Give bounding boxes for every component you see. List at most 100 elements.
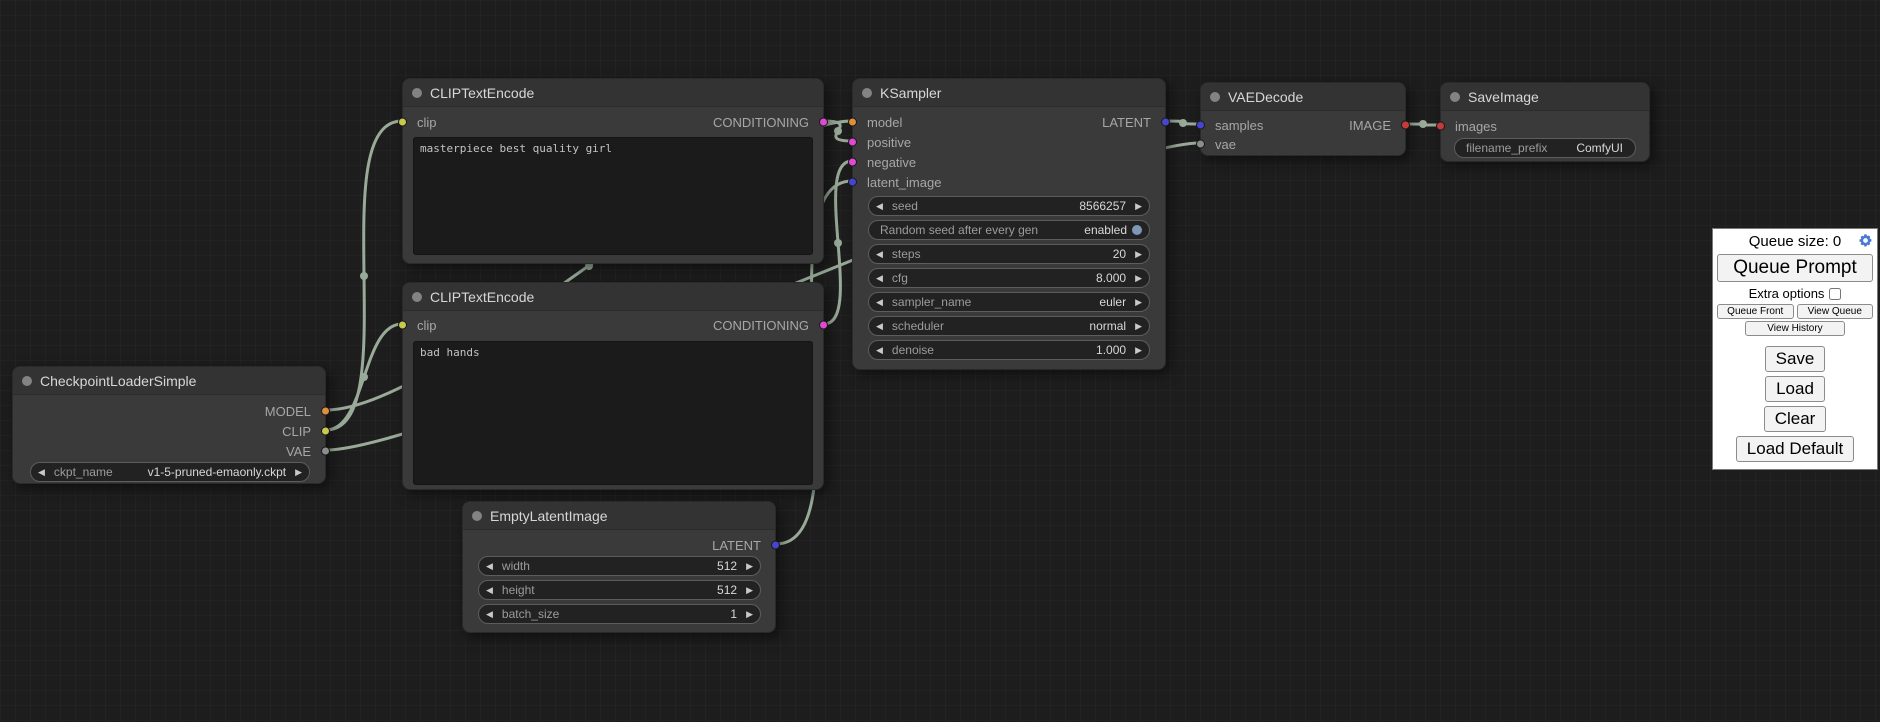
conditioning-slot-dot[interactable] — [848, 138, 857, 147]
model-slot-dot[interactable] — [848, 118, 857, 127]
node-clip-text-encode-positive[interactable]: CLIPTextEncode clip CONDITIONING masterp… — [402, 78, 824, 264]
input-slot-clip: clip — [403, 317, 437, 333]
node-ksampler[interactable]: KSampler model positive negative latent_… — [852, 78, 1166, 370]
queue-prompt-button[interactable]: Queue Prompt — [1717, 254, 1873, 282]
clear-button[interactable]: Clear — [1764, 406, 1827, 432]
latent-slot-dot[interactable] — [1196, 121, 1205, 130]
widget-value: enabled — [1084, 223, 1127, 237]
collapse-dot-icon[interactable] — [22, 376, 32, 386]
output-slot-vae: VAE — [286, 443, 325, 459]
node-empty-latent-image[interactable]: EmptyLatentImage LATENT ◀ width 512 ▶ ◀ … — [462, 501, 776, 633]
decrement-arrow-icon[interactable]: ◀ — [876, 250, 883, 259]
conditioning-slot-dot[interactable] — [819, 118, 828, 127]
filename-prefix-widget[interactable]: filename_prefix ComfyUI — [1454, 138, 1636, 158]
slot-label: positive — [867, 135, 911, 150]
next-arrow-icon[interactable]: ▶ — [1135, 322, 1142, 331]
increment-arrow-icon[interactable]: ▶ — [746, 586, 753, 595]
prev-arrow-icon[interactable]: ◀ — [876, 298, 883, 307]
steps-widget[interactable]: ◀ steps 20 ▶ — [868, 244, 1150, 264]
prev-arrow-icon[interactable]: ◀ — [876, 322, 883, 331]
node-clip-text-encode-negative[interactable]: CLIPTextEncode clip CONDITIONING bad han… — [402, 282, 824, 490]
increment-arrow-icon[interactable]: ▶ — [1135, 202, 1142, 211]
next-arrow-icon[interactable]: ▶ — [295, 468, 302, 477]
increment-arrow-icon[interactable]: ▶ — [746, 610, 753, 619]
node-title: KSampler — [880, 85, 941, 101]
latent-slot-dot[interactable] — [848, 178, 857, 187]
node-checkpoint-loader[interactable]: CheckpointLoaderSimple MODEL CLIP VAE ◀ … — [12, 366, 326, 484]
latent-slot-dot[interactable] — [771, 541, 780, 550]
image-slot-dot[interactable] — [1436, 122, 1445, 131]
vae-slot-dot[interactable] — [321, 447, 330, 456]
collapse-dot-icon[interactable] — [1450, 92, 1460, 102]
slot-label: CONDITIONING — [713, 318, 809, 333]
vae-slot-dot[interactable] — [1196, 140, 1205, 149]
denoise-widget[interactable]: ◀ denoise 1.000 ▶ — [868, 340, 1150, 360]
output-slot-image: IMAGE — [1349, 117, 1405, 133]
node-vae-decode[interactable]: VAEDecode samples vae IMAGE — [1200, 82, 1406, 156]
widget-value: normal — [1089, 319, 1126, 333]
decrement-arrow-icon[interactable]: ◀ — [876, 274, 883, 283]
model-slot-dot[interactable] — [321, 407, 330, 416]
slot-label: clip — [417, 115, 437, 130]
node-title-bar[interactable]: SaveImage — [1441, 83, 1649, 111]
conditioning-slot-dot[interactable] — [848, 158, 857, 167]
batch-size-widget[interactable]: ◀ batch_size 1 ▶ — [478, 604, 761, 624]
slot-label: MODEL — [265, 404, 311, 419]
decrement-arrow-icon[interactable]: ◀ — [876, 346, 883, 355]
clip-slot-dot[interactable] — [398, 118, 407, 127]
load-default-button[interactable]: Load Default — [1736, 436, 1854, 462]
collapse-dot-icon[interactable] — [412, 292, 422, 302]
collapse-dot-icon[interactable] — [472, 511, 482, 521]
increment-arrow-icon[interactable]: ▶ — [1135, 274, 1142, 283]
settings-gear-icon[interactable] — [1858, 233, 1873, 248]
clip-slot-dot[interactable] — [321, 427, 330, 436]
decrement-arrow-icon[interactable]: ◀ — [486, 586, 493, 595]
node-title-bar[interactable]: KSampler — [853, 79, 1165, 107]
prev-arrow-icon[interactable]: ◀ — [38, 468, 45, 477]
node-title-bar[interactable]: CheckpointLoaderSimple — [13, 367, 325, 395]
collapse-dot-icon[interactable] — [1210, 92, 1220, 102]
width-widget[interactable]: ◀ width 512 ▶ — [478, 556, 761, 576]
node-title-bar[interactable]: VAEDecode — [1201, 83, 1405, 111]
save-button[interactable]: Save — [1765, 346, 1826, 372]
clip-slot-dot[interactable] — [398, 321, 407, 330]
seed-widget[interactable]: ◀ seed 8566257 ▶ — [868, 196, 1150, 216]
queue-front-button[interactable]: Queue Front — [1717, 304, 1794, 319]
increment-arrow-icon[interactable]: ▶ — [1135, 250, 1142, 259]
collapse-dot-icon[interactable] — [862, 88, 872, 98]
random-seed-toggle-widget[interactable]: Random seed after every gen enabled — [868, 220, 1150, 240]
increment-arrow-icon[interactable]: ▶ — [1135, 346, 1142, 355]
cfg-widget[interactable]: ◀ cfg 8.000 ▶ — [868, 268, 1150, 288]
extra-options-checkbox[interactable] — [1829, 288, 1841, 300]
node-title-bar[interactable]: CLIPTextEncode — [403, 79, 823, 107]
output-slot-conditioning: CONDITIONING — [713, 114, 823, 130]
queue-size-label: Queue size: 0 — [1749, 233, 1842, 250]
height-widget[interactable]: ◀ height 512 ▶ — [478, 580, 761, 600]
view-queue-button[interactable]: View Queue — [1797, 304, 1874, 319]
widget-value: 8.000 — [1096, 271, 1126, 285]
decrement-arrow-icon[interactable]: ◀ — [876, 202, 883, 211]
next-arrow-icon[interactable]: ▶ — [1135, 298, 1142, 307]
ckpt-name-widget[interactable]: ◀ ckpt_name v1-5-pruned-emaonly.ckpt ▶ — [30, 462, 310, 482]
prompt-textarea[interactable]: bad hands — [413, 341, 813, 485]
collapse-dot-icon[interactable] — [412, 88, 422, 98]
decrement-arrow-icon[interactable]: ◀ — [486, 562, 493, 571]
node-title-bar[interactable]: CLIPTextEncode — [403, 283, 823, 311]
prompt-textarea[interactable]: masterpiece best quality girl — [413, 137, 813, 255]
load-button[interactable]: Load — [1765, 376, 1825, 402]
node-title-bar[interactable]: EmptyLatentImage — [463, 502, 775, 530]
scheduler-widget[interactable]: ◀ scheduler normal ▶ — [868, 316, 1150, 336]
increment-arrow-icon[interactable]: ▶ — [746, 562, 753, 571]
slot-label: clip — [417, 318, 437, 333]
image-slot-dot[interactable] — [1401, 121, 1410, 130]
widget-value: 8566257 — [1079, 199, 1126, 213]
latent-slot-dot[interactable] — [1161, 118, 1170, 127]
sampler-name-widget[interactable]: ◀ sampler_name euler ▶ — [868, 292, 1150, 312]
output-slot-clip: CLIP — [282, 423, 325, 439]
conditioning-slot-dot[interactable] — [819, 321, 828, 330]
decrement-arrow-icon[interactable]: ◀ — [486, 610, 493, 619]
view-history-button[interactable]: View History — [1745, 321, 1845, 336]
node-title: SaveImage — [1468, 89, 1539, 105]
toggle-knob-icon[interactable] — [1132, 225, 1142, 235]
node-save-image[interactable]: SaveImage images filename_prefix ComfyUI — [1440, 82, 1650, 162]
